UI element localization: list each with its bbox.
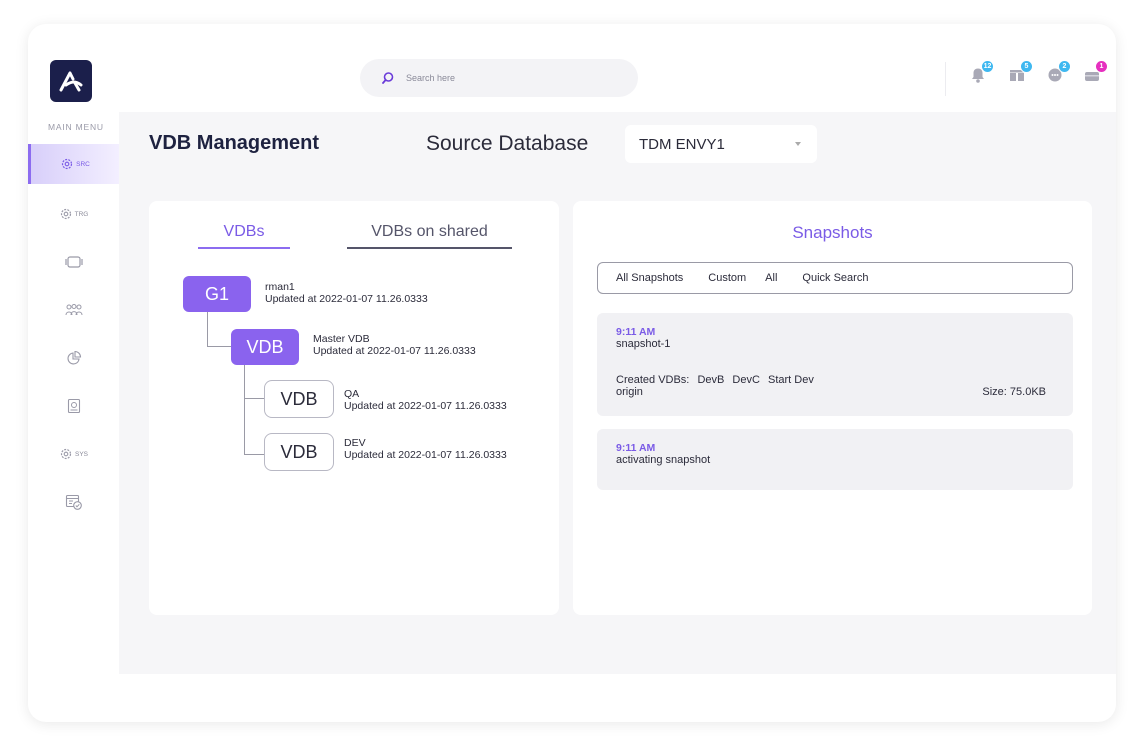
messages-button[interactable]: 2 bbox=[1045, 60, 1071, 88]
created-vdbs-label: Created VDBs: bbox=[616, 374, 690, 386]
tree-connector bbox=[244, 398, 265, 399]
source-database-select[interactable]: TDM ENVY1 bbox=[625, 125, 817, 163]
snapshot-filter-bar: All Snapshots Custom All Quick Search bbox=[597, 262, 1073, 294]
tree-connector bbox=[207, 346, 233, 347]
search-icon bbox=[382, 72, 394, 84]
vdb-node-info: rman1 Updated at 2022-01-07 11.26.0333 bbox=[265, 281, 428, 305]
sidebar-item-schedule[interactable] bbox=[28, 482, 119, 522]
tree-connector bbox=[244, 365, 245, 455]
vdb-node-name: QA bbox=[344, 388, 360, 400]
snapshot-card[interactable]: 9:11 AM snapshot-1 Created VDBs: DevB De… bbox=[597, 313, 1073, 416]
vdb-node-updated: Updated at 2022-01-07 11.26.0333 bbox=[344, 400, 507, 412]
message-count-badge: 2 bbox=[1058, 60, 1071, 73]
vdb-node-updated: Updated at 2022-01-07 11.26.0333 bbox=[265, 293, 428, 305]
snapshot-time: 9:11 AM bbox=[616, 326, 656, 338]
sidebar-item-storage[interactable] bbox=[28, 386, 119, 426]
filter-all[interactable]: All bbox=[765, 272, 777, 284]
sidebar-item-label: SRC bbox=[76, 160, 90, 168]
page-title: VDB Management bbox=[149, 132, 320, 154]
vdb-node-badge[interactable]: VDB bbox=[264, 433, 334, 471]
vdb-node-name: DEV bbox=[344, 437, 366, 449]
tree-connector bbox=[244, 454, 265, 455]
vdb-node-info: QA Updated at 2022-01-07 11.26.0333 bbox=[344, 388, 507, 412]
created-vdb-link[interactable]: Start Dev bbox=[768, 374, 814, 386]
sidebar-item-sys[interactable]: SYS bbox=[28, 434, 119, 474]
snapshots-title: Snapshots bbox=[792, 223, 873, 242]
snapshot-footer: origin Size: 75.0KB bbox=[616, 386, 1054, 398]
pie-chart-icon bbox=[66, 350, 81, 365]
gift-count-badge: 5 bbox=[1020, 60, 1033, 73]
snapshot-name: activating snapshot bbox=[616, 454, 711, 466]
vdb-node-badge[interactable]: G1 bbox=[183, 276, 251, 312]
filter-custom[interactable]: Custom bbox=[708, 272, 746, 284]
sidebar-item-label: SYS bbox=[74, 450, 88, 458]
vdb-node-name: Master VDB bbox=[313, 333, 370, 345]
inbox-count-badge: 1 bbox=[1095, 60, 1108, 73]
sidebar-item-users[interactable] bbox=[28, 290, 119, 330]
sidebar-item-analytics[interactable] bbox=[28, 338, 119, 378]
search-bar[interactable] bbox=[360, 59, 638, 97]
vdb-node-name: rman1 bbox=[265, 281, 295, 293]
snapshot-origin: origin bbox=[616, 386, 643, 398]
tab-vdbs-on-shared[interactable]: VDBs on shared bbox=[347, 223, 512, 249]
filter-quick-search[interactable]: Quick Search bbox=[802, 272, 868, 284]
calendar-check-icon bbox=[65, 494, 82, 510]
snapshot-time: 9:11 AM bbox=[616, 442, 656, 454]
filter-all-snapshots[interactable]: All Snapshots bbox=[616, 272, 683, 284]
users-icon bbox=[65, 304, 82, 316]
vdb-panel: VDBs VDBs on shared G1 rman1 Updated at … bbox=[149, 201, 559, 615]
gear-icon bbox=[62, 158, 73, 170]
inbox-button[interactable]: 1 bbox=[1082, 60, 1108, 88]
vdb-node-badge[interactable]: VDB bbox=[264, 380, 334, 418]
vdb-node-badge[interactable]: VDB bbox=[231, 329, 299, 365]
source-database-value: TDM ENVY1 bbox=[639, 135, 725, 153]
snapshot-name: snapshot-1 bbox=[616, 338, 671, 350]
snapshot-size: Size: 75.0KB bbox=[982, 386, 1046, 398]
sidebar: MAIN MENU SRC TRG SYS bbox=[28, 112, 119, 722]
snapshot-created-vdbs: Created VDBs: DevB DevC Start Dev bbox=[616, 374, 1054, 386]
created-vdb-link[interactable]: DevB bbox=[697, 374, 724, 386]
sidebar-item-label: TRG bbox=[74, 210, 89, 218]
sidebar-item-src[interactable]: SRC bbox=[28, 144, 119, 184]
tree-connector bbox=[207, 311, 208, 346]
chevron-down-icon bbox=[795, 142, 801, 146]
cards-icon bbox=[64, 256, 83, 268]
vdb-node-info: DEV Updated at 2022-01-07 11.26.0333 bbox=[344, 437, 507, 461]
sidebar-item-cards[interactable] bbox=[28, 242, 119, 282]
main-content: VDB Management Source Database TDM ENVY1… bbox=[119, 112, 1116, 674]
snapshot-card[interactable]: 9:11 AM activating snapshot bbox=[597, 429, 1073, 490]
app-window: 12 5 2 1 MAIN MENU bbox=[28, 24, 1116, 722]
storage-icon bbox=[67, 398, 80, 414]
vdb-node-updated: Updated at 2022-01-07 11.26.0333 bbox=[313, 345, 476, 357]
gifts-button[interactable]: 5 bbox=[1007, 60, 1033, 88]
notification-count-badge: 12 bbox=[981, 60, 994, 73]
gear-icon bbox=[60, 448, 72, 460]
tab-vdbs[interactable]: VDBs bbox=[198, 223, 290, 249]
header-divider bbox=[945, 62, 946, 96]
sidebar-item-trg[interactable]: TRG bbox=[28, 194, 119, 234]
vdb-node-info: Master VDB Updated at 2022-01-07 11.26.0… bbox=[313, 333, 476, 357]
gear-icon bbox=[60, 208, 71, 220]
created-vdb-link[interactable]: DevC bbox=[732, 374, 760, 386]
search-input[interactable] bbox=[406, 73, 606, 83]
logo-mark-icon bbox=[59, 71, 83, 92]
vdb-node-updated: Updated at 2022-01-07 11.26.0333 bbox=[344, 449, 507, 461]
notifications-button[interactable]: 12 bbox=[968, 60, 994, 88]
main-menu-title: MAIN MENU bbox=[48, 122, 104, 132]
source-database-label: Source Database bbox=[426, 132, 589, 155]
snapshots-panel: Snapshots All Snapshots Custom All Quick… bbox=[573, 201, 1092, 615]
app-logo[interactable] bbox=[50, 60, 92, 102]
